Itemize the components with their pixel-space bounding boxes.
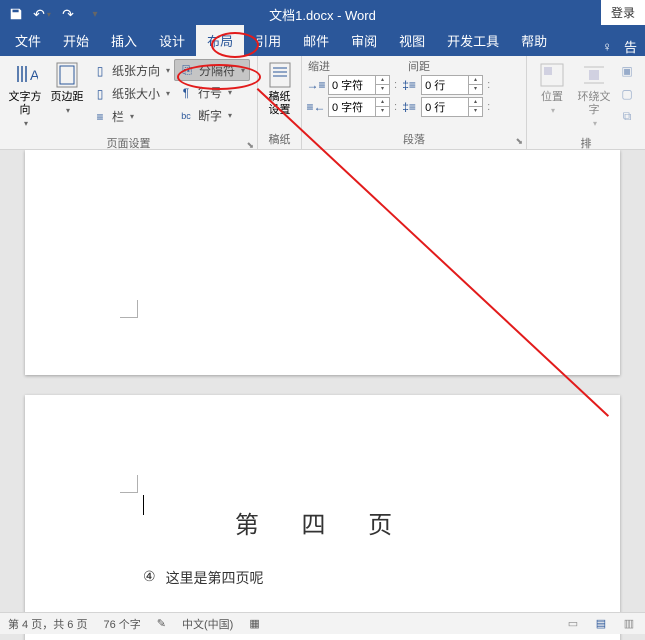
tab-developer[interactable]: 开发工具 [436,25,510,56]
orientation-button[interactable]: ▯纸张方向▾ [88,59,174,82]
selection-pane-icon: ⧉ [619,109,635,125]
indent-header: 缩进 [308,58,408,74]
quick-access-toolbar: ↶▾ ↷ ▾ [0,0,106,28]
tab-help[interactable]: 帮助 [510,25,558,56]
undo-button[interactable]: ↶▾ [30,2,54,26]
document-page-4[interactable]: 第 四 页 ④ 这里是第四页呢 [25,395,620,640]
tab-references[interactable]: 引用 [244,25,292,56]
page-heading: 第 四 页 [25,505,620,540]
ribbon-tabs: 文件 开始 插入 设计 布局 引用 邮件 审阅 视图 开发工具 帮助 ♀ 告 [0,28,645,56]
spacing-before-input[interactable]: ▴▾ [421,75,483,95]
save-button[interactable] [4,2,28,26]
text-direction-icon: A [9,61,41,89]
manuscript-button[interactable]: 稿纸 设置 [262,59,297,117]
line-numbers-icon: ¶ [178,85,194,101]
send-backward-icon: ▢ [619,86,635,102]
spacing-after-icon: ‡≡ [401,99,417,115]
send-backward-button[interactable]: ▢ [615,82,639,105]
margin-corner-icon [120,300,138,318]
orientation-icon: ▯ [92,63,108,79]
selection-pane-button[interactable]: ⧉ [615,105,639,128]
document-area[interactable]: 第 四 页 ④ 这里是第四页呢 [0,150,645,640]
tab-insert[interactable]: 插入 [100,25,148,56]
hyphenation-button[interactable]: bc断字▾ [174,104,250,127]
wrap-text-button[interactable]: 环绕文字▾ [573,59,615,130]
svg-text:A: A [30,67,38,83]
qat-customize[interactable]: ▾ [82,2,106,26]
tab-home[interactable]: 开始 [52,25,100,56]
word-count[interactable]: 76 个字 [103,616,140,632]
breaks-icon: ⎘ [179,62,195,78]
tell-me-button[interactable]: 告 [620,37,641,56]
manuscript-group-label: 稿纸 [258,129,301,149]
document-page-3[interactable] [25,150,620,375]
print-layout-icon[interactable]: ▤ [593,617,609,630]
line-text: 这里是第四页呢 [166,568,264,588]
language-status[interactable]: 中文(中国) [182,616,233,632]
line-numbers-button[interactable]: ¶行号▾ [174,81,250,104]
margin-corner-icon [120,475,138,493]
spacing-after-input[interactable]: ▴▾ [421,97,483,117]
spacing-header: 间距 [408,58,430,74]
proofing-icon[interactable]: ✎ [157,617,166,630]
wrap-text-icon [578,61,610,89]
macro-status-icon[interactable]: ▦ [249,617,259,630]
bring-forward-button[interactable]: ▣ [615,59,639,82]
tab-file[interactable]: 文件 [4,25,52,56]
read-mode-icon[interactable]: ▭ [565,617,581,630]
breaks-button[interactable]: ⎘分隔符▾ [174,59,250,81]
columns-icon: ≡ [92,109,108,125]
document-text-line: ④ 这里是第四页呢 [25,568,620,588]
margins-icon [51,61,83,89]
tab-review[interactable]: 审阅 [340,25,388,56]
page-info[interactable]: 第 4 页，共 6 页 [8,616,87,632]
web-layout-icon[interactable]: ▥ [621,617,637,630]
paragraph-launcher[interactable]: ⬊ [515,136,523,147]
title-bar: ↶▾ ↷ ▾ 文档1.docx - Word 登录 [0,0,645,28]
bring-forward-icon: ▣ [619,63,635,79]
spacing-before-icon: ‡≡ [401,77,417,93]
paragraph-group-label: 段落⬊ [302,129,526,149]
tab-design[interactable]: 设计 [148,25,196,56]
login-button[interactable]: 登录 [601,0,645,25]
tab-mailings[interactable]: 邮件 [292,25,340,56]
indent-right-input[interactable]: ▴▾ [328,97,390,117]
indent-left-input[interactable]: ▴▾ [328,75,390,95]
margins-button[interactable]: 页边距▾ [46,59,88,117]
tell-me-icon[interactable]: ♀ [598,39,616,54]
manuscript-icon [264,61,296,89]
size-icon: ▯ [92,86,108,102]
columns-button[interactable]: ≡栏▾ [88,105,174,128]
position-button[interactable]: 位置▾ [531,59,573,117]
text-direction-button[interactable]: A 文字方向▾ [4,59,46,130]
tab-view[interactable]: 视图 [388,25,436,56]
indent-right-icon: ≡← [308,99,324,115]
ribbon: A 文字方向▾ 页边距▾ ▯纸张方向▾ ▯纸张大小▾ ≡栏▾ ⎘分隔符▾ ¶行号… [0,56,645,150]
position-icon [536,61,568,89]
hyphenation-icon: bc [178,108,194,124]
text-cursor [143,495,144,515]
tab-layout[interactable]: 布局 [196,25,244,56]
redo-button[interactable]: ↷ [56,2,80,26]
indent-left-icon: →≡ [308,77,324,93]
line-number: ④ [143,568,156,588]
size-button[interactable]: ▯纸张大小▾ [88,82,174,105]
status-bar: 第 4 页，共 6 页 76 个字 ✎ 中文(中国) ▦ ▭ ▤ ▥ [0,612,645,634]
